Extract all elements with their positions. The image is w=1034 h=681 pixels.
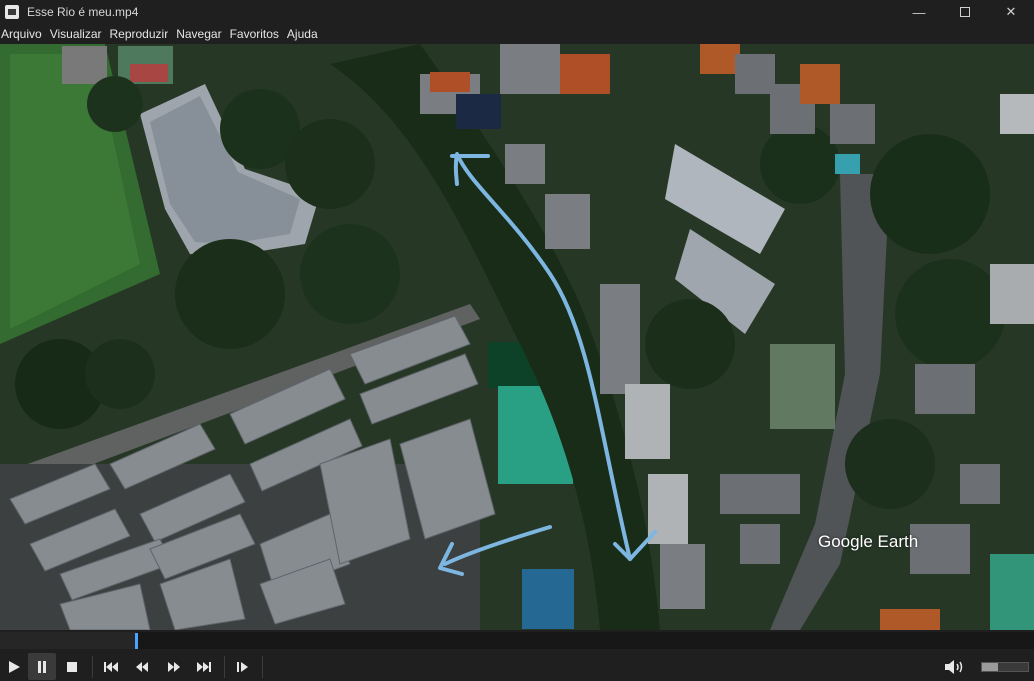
menu-reproduzir[interactable]: Reproduzir: [109, 27, 174, 41]
rewind-icon: [136, 661, 148, 672]
stop-icon: [67, 661, 77, 672]
volume-slider[interactable]: [981, 662, 1029, 672]
play-button[interactable]: [0, 653, 28, 680]
window-title: Esse Rio é meu.mp4: [27, 5, 139, 19]
player-controls: [0, 630, 1034, 681]
maximize-icon: [960, 7, 970, 17]
stop-button[interactable]: [58, 653, 86, 680]
control-row: [0, 652, 1034, 681]
play-icon: [9, 660, 20, 673]
rewind-button[interactable]: [128, 653, 156, 680]
maximize-button[interactable]: [942, 0, 988, 24]
volume-level: [982, 663, 999, 671]
close-icon: ✕: [1005, 4, 1017, 19]
separator: [224, 656, 225, 678]
frame-step-icon: [237, 661, 248, 672]
fast-forward-button[interactable]: [160, 653, 188, 680]
pause-button[interactable]: [28, 653, 56, 680]
minimize-button[interactable]: —: [896, 0, 942, 24]
mute-button[interactable]: [941, 653, 969, 680]
window-controls: — ✕: [896, 0, 1034, 24]
frame-step-button[interactable]: [229, 653, 257, 680]
fast-forward-icon: [168, 661, 180, 672]
menu-arquivo[interactable]: Arquivo: [0, 27, 47, 41]
skip-next-icon: [197, 661, 211, 672]
skip-previous-icon: [104, 661, 118, 672]
separator: [262, 656, 263, 678]
separator: [92, 656, 93, 678]
seek-handle[interactable]: [135, 633, 138, 649]
app-icon: [5, 5, 19, 19]
menu-favoritos[interactable]: Favoritos: [229, 27, 284, 41]
seek-bar-played: [0, 632, 136, 649]
title-bar: Esse Rio é meu.mp4 — ✕: [0, 0, 1034, 24]
minimize-icon: —: [912, 4, 926, 20]
menu-ajuda[interactable]: Ajuda: [286, 27, 323, 41]
video-frame[interactable]: Google Earth: [0, 44, 1034, 630]
menu-bar: Arquivo Visualizar Reproduzir Navegar Fa…: [0, 24, 1034, 44]
menu-visualizar[interactable]: Visualizar: [49, 27, 107, 41]
google-earth-watermark: Google Earth: [818, 532, 919, 551]
pause-icon: [38, 660, 46, 673]
volume-icon: [945, 659, 963, 674]
seek-bar[interactable]: [0, 632, 1034, 649]
close-button[interactable]: ✕: [988, 0, 1034, 24]
skip-previous-button[interactable]: [97, 653, 125, 680]
menu-navegar[interactable]: Navegar: [175, 27, 226, 41]
skip-next-button[interactable]: [190, 653, 218, 680]
